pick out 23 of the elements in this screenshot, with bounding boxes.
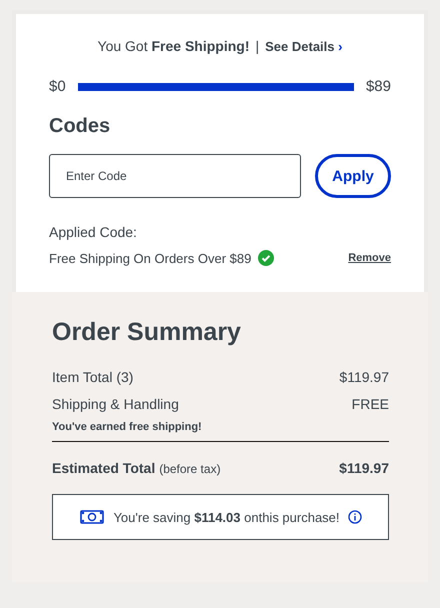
total-qualifier: (before tax) xyxy=(159,462,221,476)
progress-end-label: $89 xyxy=(366,78,391,95)
summary-value: $119.97 xyxy=(339,369,389,385)
savings-text: You're saving $114.03 onthis purchase! xyxy=(113,510,340,524)
summary-label: Item Total (3) xyxy=(52,369,134,385)
remove-link[interactable]: Remove xyxy=(348,252,391,264)
apply-button[interactable]: Apply xyxy=(315,154,391,198)
applied-code-text: Free Shipping On Orders Over $89 xyxy=(49,250,252,266)
free-shipping-message: You Got Free Shipping! xyxy=(98,38,250,54)
summary-label: Shipping & Handling xyxy=(52,396,179,412)
order-summary-heading: Order Summary xyxy=(52,318,242,347)
codes-heading: Codes xyxy=(49,115,112,138)
info-icon[interactable] xyxy=(348,510,362,524)
code-input-field[interactable]: Enter Code xyxy=(49,154,301,198)
estimated-total-label: Estimated Total xyxy=(52,460,156,476)
applied-code-label: Applied Code: xyxy=(49,224,138,240)
see-details-link[interactable]: See Details › xyxy=(265,38,342,54)
summary-value: FREE xyxy=(352,396,389,412)
progress-start-label: $0 xyxy=(49,78,66,95)
banknote-icon xyxy=(79,509,106,525)
separator-text: | xyxy=(256,38,260,54)
summary-note: You've earned free shipping! xyxy=(52,421,203,433)
estimated-total-value: $119.97 xyxy=(339,460,389,476)
